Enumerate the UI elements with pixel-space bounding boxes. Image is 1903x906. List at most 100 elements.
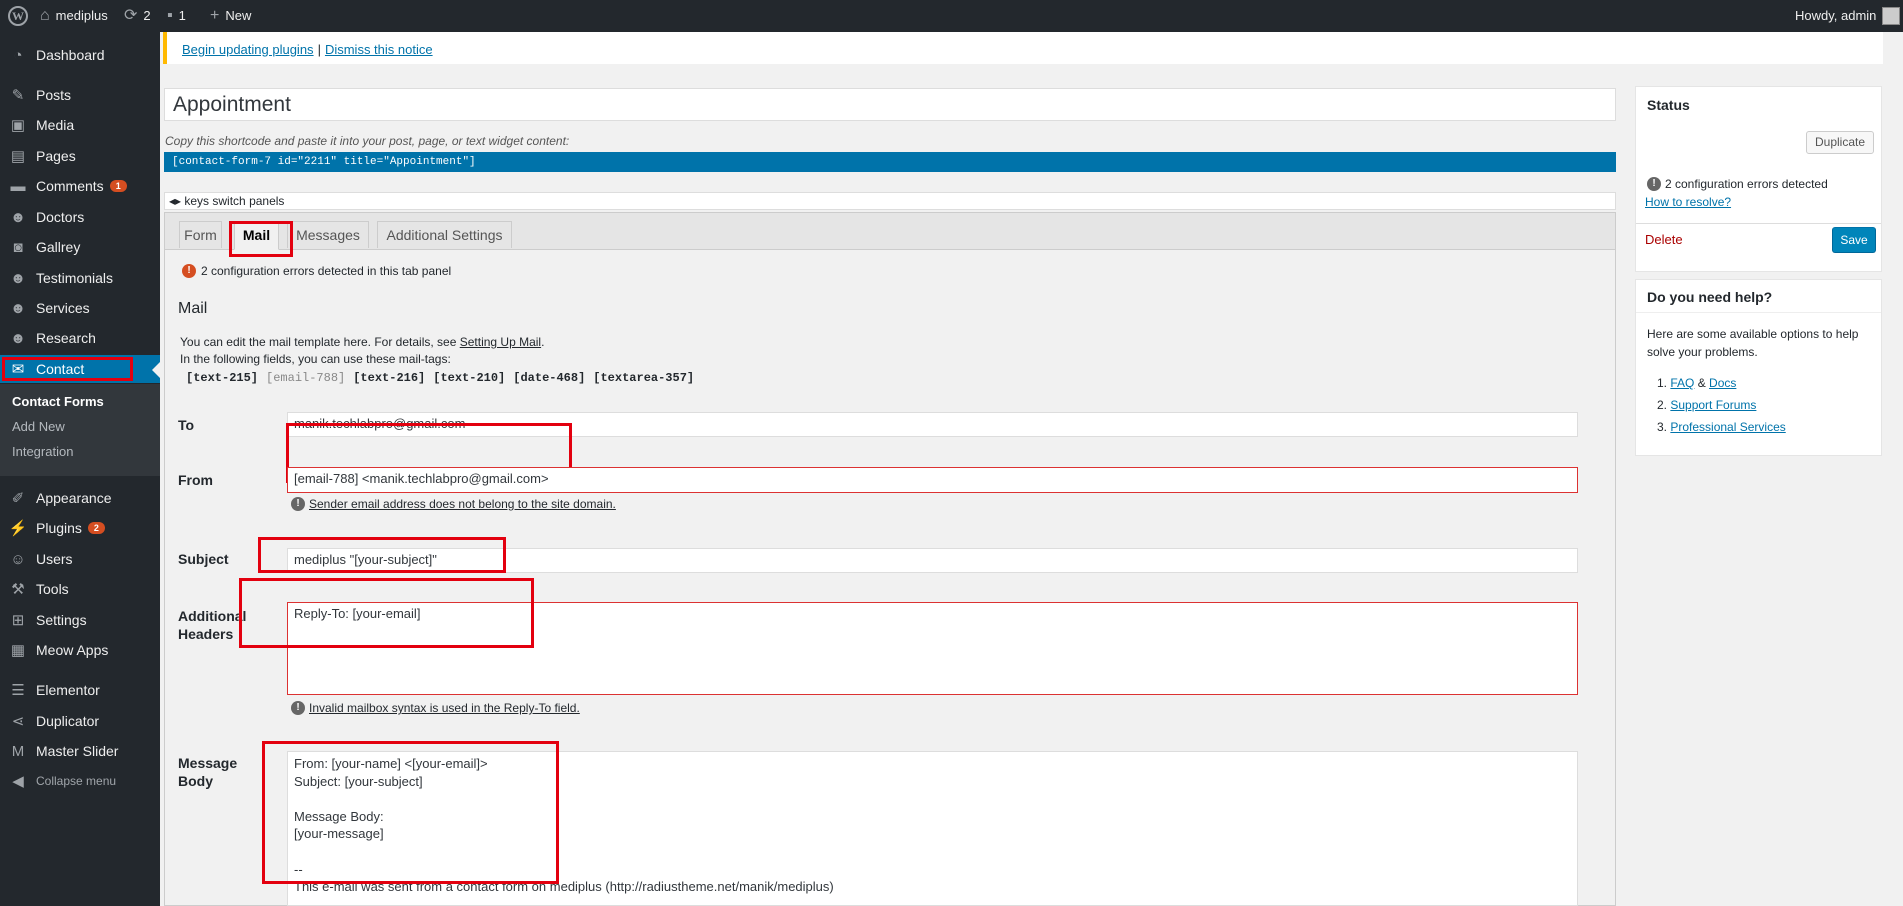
updates-link[interactable]: ⟳ 2: [124, 0, 151, 32]
person-icon: ☻: [10, 329, 26, 347]
menu-gallrey[interactable]: ◙ Gallrey: [0, 233, 160, 261]
mail-icon: ✉: [11, 361, 25, 378]
submenu-integration[interactable]: Integration: [12, 444, 73, 459]
plus-icon: +: [210, 7, 220, 24]
setting-up-mail-link[interactable]: Setting Up Mail: [460, 335, 541, 349]
help-text: Here are some available options to help …: [1647, 327, 1859, 359]
error-icon: !: [182, 264, 196, 278]
menu-testimonials[interactable]: ☻ Testimonials: [0, 264, 160, 292]
subject-input[interactable]: mediplus "[your-subject]": [287, 548, 1578, 573]
tab-mail[interactable]: Mail: [234, 221, 279, 250]
docs-link[interactable]: Docs: [1709, 376, 1736, 390]
to-label: To: [178, 417, 195, 433]
error-icon: !: [291, 701, 305, 715]
error-icon: !: [291, 497, 305, 511]
mail-tags-list: [text-215] [email-788] [text-216] [text-…: [186, 371, 694, 385]
mail-intro: You can edit the mail template here. For…: [180, 335, 545, 349]
account-menu[interactable]: Howdy, admin: [1795, 0, 1901, 32]
status-errors-text: 2 configuration errors detected: [1665, 177, 1828, 191]
from-input[interactable]: [email-788] <manik.techlabpro@gmail.com>: [287, 467, 1578, 493]
menu-posts[interactable]: ✎ Posts: [0, 81, 160, 109]
delete-link[interactable]: Delete: [1645, 232, 1683, 247]
message-body-textarea[interactable]: From: [your-name] <[your-email]> Subject…: [287, 751, 1578, 906]
mail-tag: [text-210]: [433, 371, 506, 385]
home-icon: ⌂: [40, 7, 50, 24]
list-item: 3. Professional Services: [1657, 420, 1786, 434]
site-name-link[interactable]: ⌂ mediplus: [40, 0, 108, 32]
wordpress-logo-button[interactable]: W: [8, 0, 28, 32]
tab-messages[interactable]: Messages: [287, 221, 369, 248]
menu-contact[interactable]: ✉ Contact: [0, 355, 160, 383]
menu-dashboard[interactable]: ◔ Dashboard: [0, 41, 160, 69]
menu-settings[interactable]: ⊞ Settings: [0, 606, 160, 634]
grid-icon: ▦: [10, 642, 26, 659]
how-to-resolve-link[interactable]: How to resolve?: [1645, 195, 1731, 209]
menu-master-slider[interactable]: M Master Slider: [0, 737, 160, 765]
from-error-text: Sender email address does not belong to …: [309, 497, 616, 511]
to-input[interactable]: manik.techlabpro@gmail.com: [287, 412, 1578, 437]
avatar: [1882, 7, 1901, 25]
menu-pages[interactable]: ▤ Pages: [0, 142, 160, 170]
menu-doctors[interactable]: ☻ Doctors: [0, 203, 160, 231]
menu-plugins[interactable]: ⚡ Plugins 2: [0, 514, 160, 542]
help-list: 1. FAQ & Docs 2. Support Forums 3. Profe…: [1657, 372, 1786, 438]
wrench-icon: ⚒: [11, 581, 25, 598]
submenu-add-new[interactable]: Add New: [12, 419, 65, 434]
subject-label: Subject: [178, 551, 229, 567]
pages-icon: ▤: [10, 148, 26, 165]
tab-additional-settings[interactable]: Additional Settings: [377, 221, 512, 248]
keys-switch-hint: ◂▸ keys switch panels: [164, 192, 1616, 210]
help-box: Do you need help? Here are some availabl…: [1635, 279, 1882, 456]
duplicate-button[interactable]: Duplicate: [1806, 131, 1874, 154]
menu-collapse[interactable]: ◀ Collapse menu: [0, 767, 160, 795]
mail-tag: [text-215]: [186, 371, 259, 385]
help-divider: [1636, 312, 1881, 313]
status-title: Status: [1647, 97, 1690, 113]
refresh-icon: ⟳: [124, 7, 138, 24]
howdy-text: Howdy, admin: [1795, 8, 1877, 23]
menu-meow-apps[interactable]: ▦ Meow Apps: [0, 636, 160, 664]
camera-icon: ◙: [13, 238, 23, 256]
message-body-label: Message Body: [178, 755, 238, 789]
mail-tag: [text-216]: [353, 371, 426, 385]
wordpress-icon: W: [8, 6, 28, 26]
faq-link[interactable]: FAQ: [1670, 376, 1694, 390]
save-button[interactable]: Save: [1832, 227, 1876, 253]
person-icon: ☻: [10, 299, 26, 317]
error-icon: !: [1647, 177, 1661, 191]
begin-updating-link[interactable]: Begin updating plugins: [182, 42, 314, 57]
shortcode-field[interactable]: [contact-form-7 id="2211" title="Appoint…: [164, 152, 1616, 172]
tab-form[interactable]: Form: [179, 221, 222, 248]
menu-elementor[interactable]: ☰ Elementor: [0, 676, 160, 704]
menu-media[interactable]: ▣ Media: [0, 111, 160, 139]
share-icon: ⋖: [11, 713, 25, 730]
professional-services-link[interactable]: Professional Services: [1670, 420, 1785, 434]
contact-submenu: Contact Forms Add New Integration: [0, 384, 160, 476]
admin-bar: W ⌂ mediplus ⟳ 2 ▪ 1 + New Howdy, admin: [0, 0, 1903, 32]
menu-appearance[interactable]: ✐ Appearance: [0, 484, 160, 512]
menu-research[interactable]: ☻ Research: [0, 324, 160, 352]
additional-headers-textarea[interactable]: Reply-To: [your-email]: [287, 602, 1578, 695]
menu-users[interactable]: ☺ Users: [0, 545, 160, 573]
new-content-link[interactable]: + New: [210, 0, 251, 32]
menu-comments[interactable]: ▬ Comments 1: [0, 172, 160, 200]
comments-link[interactable]: ▪ 1: [167, 0, 186, 32]
form-title-input[interactable]: Appointment: [164, 88, 1616, 121]
active-arrow: [152, 362, 160, 378]
users-icon: ☺: [10, 550, 26, 568]
mail-tag: [email-788]: [266, 371, 346, 385]
menu-tools[interactable]: ⚒ Tools: [0, 575, 160, 603]
menu-duplicator[interactable]: ⋖ Duplicator: [0, 707, 160, 735]
pin-icon: ✎: [11, 87, 25, 104]
person-icon: ☻: [10, 269, 26, 287]
submenu-contact-forms[interactable]: Contact Forms: [12, 394, 104, 409]
support-forums-link[interactable]: Support Forums: [1670, 398, 1756, 412]
admin-sidebar: ◔ Dashboard ✎ Posts ▣ Media ▤ Pages ▬ Comment…: [0, 32, 160, 906]
menu-services[interactable]: ☻ Services: [0, 294, 160, 322]
dismiss-notice-link[interactable]: Dismiss this notice: [325, 42, 433, 57]
headers-error: ! Invalid mailbox syntax is used in the …: [291, 701, 580, 715]
headers-error-text: Invalid mailbox syntax is used in the Re…: [309, 701, 580, 715]
mail-tag: [date-468]: [513, 371, 586, 385]
comments-count: 1: [178, 8, 186, 23]
plugins-badge: 2: [87, 522, 105, 534]
